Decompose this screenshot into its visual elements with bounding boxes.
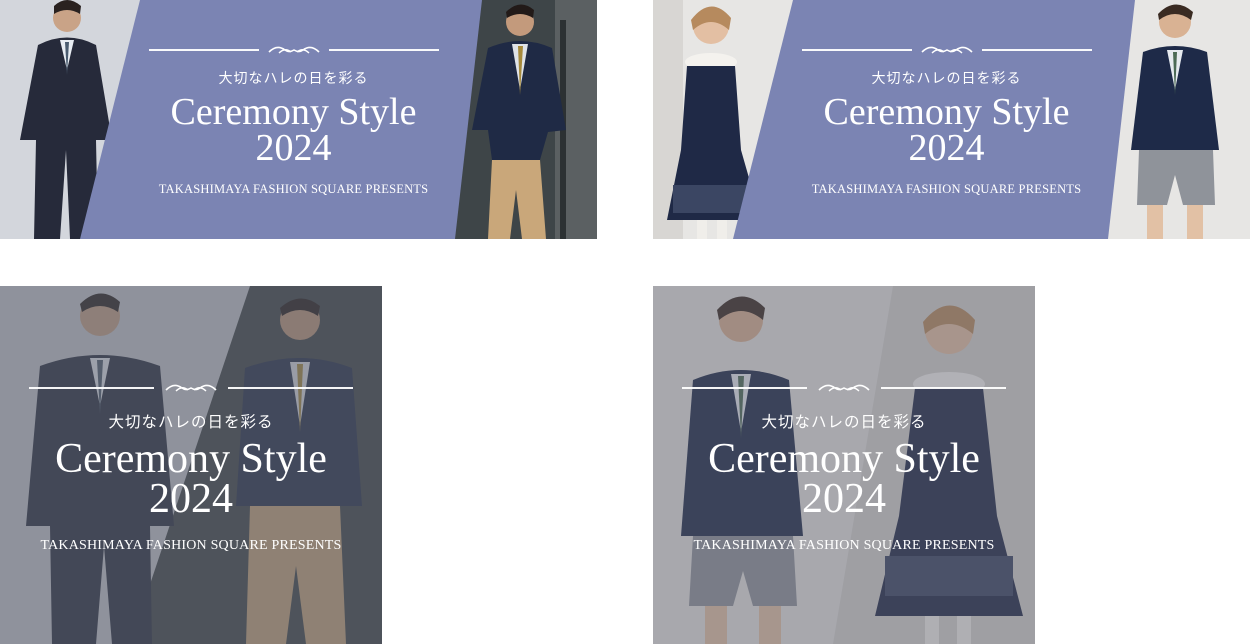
banner-ceremony-men-square[interactable]: 大切なハレの日を彩る Ceremony Style 2024 TAKASHIMA… bbox=[0, 286, 382, 644]
banner-text: 大切なハレの日を彩る Ceremony Style 2024 TAKASHIMA… bbox=[0, 382, 382, 554]
banner-ceremony-kids-wide[interactable]: 大切なハレの日を彩る Ceremony Style 2024 TAKASHIMA… bbox=[653, 0, 1250, 239]
banner-text: 大切なハレの日を彩る Ceremony Style 2024 TAKASHIMA… bbox=[793, 44, 1100, 197]
banner-title: Ceremony Style 2024 bbox=[55, 436, 327, 522]
banner-ceremony-kids-square[interactable]: 大切なハレの日を彩る Ceremony Style 2024 TAKASHIMA… bbox=[653, 286, 1035, 644]
banner-ceremony-men-wide[interactable]: 大切なハレの日を彩る Ceremony Style 2024 TAKASHIMA… bbox=[0, 0, 597, 239]
banner-text: 大切なハレの日を彩る Ceremony Style 2024 TAKASHIMA… bbox=[653, 382, 1035, 554]
banner-title: Ceremony Style 2024 bbox=[823, 91, 1070, 170]
banner-presents: TAKASHIMAYA FASHION SQUARE PRESENTS bbox=[693, 537, 995, 553]
ornament-divider bbox=[682, 382, 1006, 394]
banner-text: 大切なハレの日を彩る Ceremony Style 2024 TAKASHIMA… bbox=[140, 44, 447, 197]
banner-subtitle: 大切なハレの日を彩る bbox=[871, 71, 1022, 87]
banner-title-line1: Ceremony Style bbox=[823, 91, 1070, 133]
banner-title-year: 2024 bbox=[255, 127, 332, 170]
ornament-divider bbox=[148, 44, 439, 56]
banner-presents: TAKASHIMAYA FASHION SQUARE PRESENTS bbox=[811, 182, 1082, 197]
ornament-divider bbox=[29, 382, 353, 394]
flourish-icon bbox=[267, 46, 320, 54]
banner-subtitle: 大切なハレの日を彩る bbox=[218, 71, 369, 87]
banner-title-year: 2024 bbox=[148, 475, 233, 522]
banner-title-line1: Ceremony Style bbox=[708, 436, 980, 482]
banner-presents: TAKASHIMAYA FASHION SQUARE PRESENTS bbox=[40, 537, 342, 553]
banner-title: Ceremony Style 2024 bbox=[708, 436, 980, 522]
banner-title: Ceremony Style 2024 bbox=[170, 91, 417, 170]
banner-presents: TAKASHIMAYA FASHION SQUARE PRESENTS bbox=[158, 182, 429, 197]
banner-subtitle: 大切なハレの日を彩る bbox=[108, 413, 274, 431]
banner-title-year: 2024 bbox=[801, 475, 886, 522]
banner-subtitle: 大切なハレの日を彩る bbox=[761, 413, 927, 431]
ornament-divider bbox=[801, 44, 1092, 56]
banner-title-line1: Ceremony Style bbox=[170, 91, 417, 133]
banner-title-year: 2024 bbox=[908, 127, 985, 170]
flourish-icon bbox=[818, 384, 870, 392]
flourish-icon bbox=[165, 384, 217, 392]
flourish-icon bbox=[920, 46, 973, 54]
banner-title-line1: Ceremony Style bbox=[55, 436, 327, 482]
